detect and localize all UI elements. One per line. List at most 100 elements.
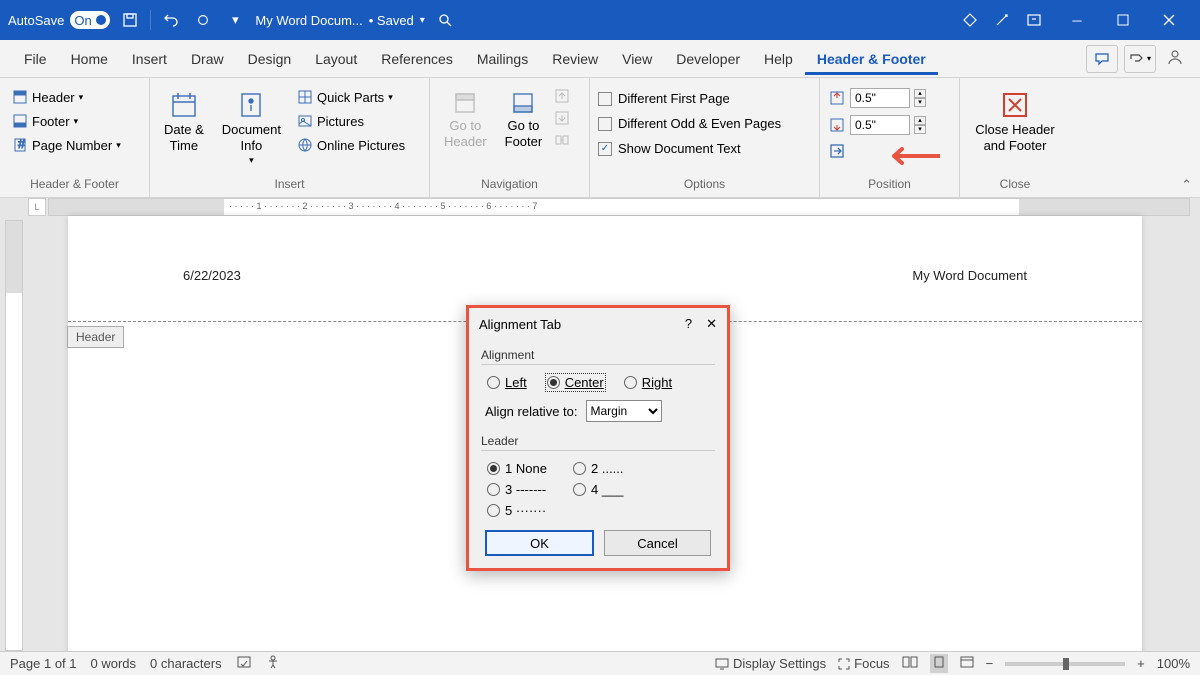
draw-icon[interactable] bbox=[990, 8, 1014, 32]
pictures-button[interactable]: Pictures bbox=[293, 110, 409, 132]
status-chars[interactable]: 0 characters bbox=[150, 656, 222, 671]
save-icon[interactable] bbox=[118, 8, 142, 32]
align-left-radio[interactable]: Left bbox=[487, 375, 527, 390]
autosave-toggle[interactable]: AutoSave On bbox=[8, 11, 110, 29]
group-label-position: Position bbox=[828, 177, 951, 193]
leader-2-radio[interactable]: 2 ...... bbox=[573, 461, 643, 476]
diamond-icon[interactable] bbox=[958, 8, 982, 32]
spelling-icon[interactable] bbox=[236, 655, 252, 672]
display-settings-button[interactable]: Display Settings bbox=[715, 656, 826, 671]
minimize-icon[interactable]: ─ bbox=[1054, 0, 1100, 40]
qat-customize-icon[interactable]: ▾ bbox=[223, 8, 247, 32]
maximize-icon[interactable] bbox=[1100, 0, 1146, 40]
collapse-ribbon-icon[interactable]: ⌃ bbox=[1181, 177, 1192, 193]
status-words[interactable]: 0 words bbox=[91, 656, 137, 671]
group-label-nav: Navigation bbox=[438, 177, 581, 193]
leader-legend: Leader bbox=[481, 428, 715, 450]
redo-icon[interactable] bbox=[191, 8, 215, 32]
goto-footer-button[interactable]: Go to Footer bbox=[499, 86, 549, 153]
document-title[interactable]: My Word Docum... • Saved ▾ bbox=[255, 13, 424, 28]
menu-home[interactable]: Home bbox=[59, 43, 120, 75]
alignment-tab-dialog: Alignment Tab ? ✕ Alignment Left Center … bbox=[466, 305, 730, 571]
accessibility-icon[interactable] bbox=[266, 655, 280, 672]
menu-review[interactable]: Review bbox=[540, 43, 610, 75]
alignment-legend: Alignment bbox=[481, 342, 715, 364]
menu-references[interactable]: References bbox=[369, 43, 465, 75]
dialog-help-icon[interactable]: ? bbox=[685, 316, 692, 332]
dialog-close-icon[interactable]: ✕ bbox=[706, 316, 717, 332]
header-from-top-input[interactable]: ▴▾ bbox=[828, 86, 926, 110]
leader-5-radio[interactable]: 5 ······· bbox=[487, 503, 557, 518]
different-odd-even-checkbox[interactable]: Different Odd & Even Pages bbox=[598, 113, 781, 134]
zoom-slider[interactable] bbox=[1005, 662, 1125, 666]
align-relative-select[interactable]: Margin bbox=[586, 400, 662, 422]
header-button[interactable]: Header▾ bbox=[8, 86, 125, 108]
footer-button[interactable]: Footer▾ bbox=[8, 110, 125, 132]
status-page[interactable]: Page 1 of 1 bbox=[10, 656, 77, 671]
group-label-hf: Header & Footer bbox=[8, 177, 141, 193]
vertical-ruler[interactable] bbox=[0, 216, 28, 655]
menu-file[interactable]: File bbox=[12, 43, 59, 75]
nav-prev-icon bbox=[554, 88, 570, 104]
insert-alignment-tab-button[interactable] bbox=[828, 140, 926, 165]
align-right-radio[interactable]: Right bbox=[624, 375, 672, 390]
zoom-in-icon[interactable]: + bbox=[1137, 656, 1145, 671]
group-label-insert: Insert bbox=[158, 177, 421, 193]
nav-next-icon bbox=[554, 110, 570, 126]
group-label-options: Options bbox=[598, 177, 811, 193]
zoom-out-icon[interactable]: − bbox=[986, 656, 994, 671]
comments-icon[interactable] bbox=[1086, 45, 1118, 73]
menu-view[interactable]: View bbox=[610, 43, 664, 75]
link-prev-icon bbox=[554, 132, 570, 148]
quick-parts-button[interactable]: Quick Parts▾ bbox=[293, 86, 409, 108]
menu-help[interactable]: Help bbox=[752, 43, 805, 75]
align-relative-label: Align relative to: bbox=[485, 404, 578, 419]
align-center-radio[interactable]: Center bbox=[547, 375, 604, 390]
group-label-close: Close bbox=[968, 177, 1062, 193]
menu-design[interactable]: Design bbox=[236, 43, 304, 75]
web-layout-icon[interactable] bbox=[960, 656, 974, 671]
focus-button[interactable]: Focus bbox=[838, 656, 889, 671]
close-icon[interactable] bbox=[1146, 0, 1192, 40]
tab-selector[interactable]: L bbox=[28, 198, 46, 216]
undo-icon[interactable] bbox=[159, 8, 183, 32]
cancel-button[interactable]: Cancel bbox=[604, 530, 711, 556]
online-pictures-button[interactable]: Online Pictures bbox=[293, 134, 409, 156]
header-tag: Header bbox=[67, 326, 124, 348]
leader-1-radio[interactable]: 1 None bbox=[487, 461, 557, 476]
titlebar: AutoSave On ▾ My Word Docum... • Saved ▾… bbox=[0, 0, 1200, 40]
show-document-text-checkbox[interactable]: ✓Show Document Text bbox=[598, 138, 781, 159]
page-number-button[interactable]: #Page Number▾ bbox=[8, 134, 125, 156]
menu-mailings[interactable]: Mailings bbox=[465, 43, 540, 75]
share-icon[interactable]: ▾ bbox=[1124, 45, 1156, 73]
ok-button[interactable]: OK bbox=[485, 530, 594, 556]
svg-text:#: # bbox=[18, 137, 26, 151]
horizontal-ruler[interactable]: L · · · · · 1 · · · · · · · 2 · · · · · … bbox=[0, 198, 1200, 216]
app-icon[interactable] bbox=[1022, 8, 1046, 32]
header-title[interactable]: My Word Document bbox=[912, 268, 1027, 283]
menubar: File Home Insert Draw Design Layout Refe… bbox=[0, 40, 1200, 78]
close-header-footer-button[interactable]: Close Header and Footer bbox=[969, 86, 1061, 157]
leader-4-radio[interactable]: 4 ___ bbox=[573, 482, 643, 497]
leader-3-radio[interactable]: 3 ------- bbox=[487, 482, 557, 497]
menu-header-footer[interactable]: Header & Footer bbox=[805, 43, 938, 75]
search-icon[interactable] bbox=[433, 8, 457, 32]
menu-developer[interactable]: Developer bbox=[664, 43, 752, 75]
goto-header-button: Go to Header bbox=[438, 86, 493, 153]
print-layout-icon[interactable] bbox=[930, 654, 948, 673]
date-time-button[interactable]: Date & Time bbox=[158, 86, 210, 157]
menu-draw[interactable]: Draw bbox=[179, 43, 236, 75]
different-first-page-checkbox[interactable]: Different First Page bbox=[598, 88, 781, 109]
footer-from-bottom-input[interactable]: ▴▾ bbox=[828, 113, 926, 137]
menu-insert[interactable]: Insert bbox=[120, 43, 179, 75]
ribbon: Header▾ Footer▾ #Page Number▾ Header & F… bbox=[0, 78, 1200, 198]
autosave-label: AutoSave bbox=[8, 13, 64, 28]
zoom-level[interactable]: 100% bbox=[1157, 656, 1190, 671]
read-mode-icon[interactable] bbox=[902, 656, 918, 671]
dialog-title: Alignment Tab bbox=[479, 317, 561, 332]
header-date[interactable]: 6/22/2023 bbox=[183, 268, 241, 283]
doc-info-button[interactable]: Document Info▾ bbox=[216, 86, 287, 170]
account-icon[interactable] bbox=[1162, 48, 1188, 69]
statusbar: Page 1 of 1 0 words 0 characters Display… bbox=[0, 651, 1200, 675]
menu-layout[interactable]: Layout bbox=[303, 43, 369, 75]
